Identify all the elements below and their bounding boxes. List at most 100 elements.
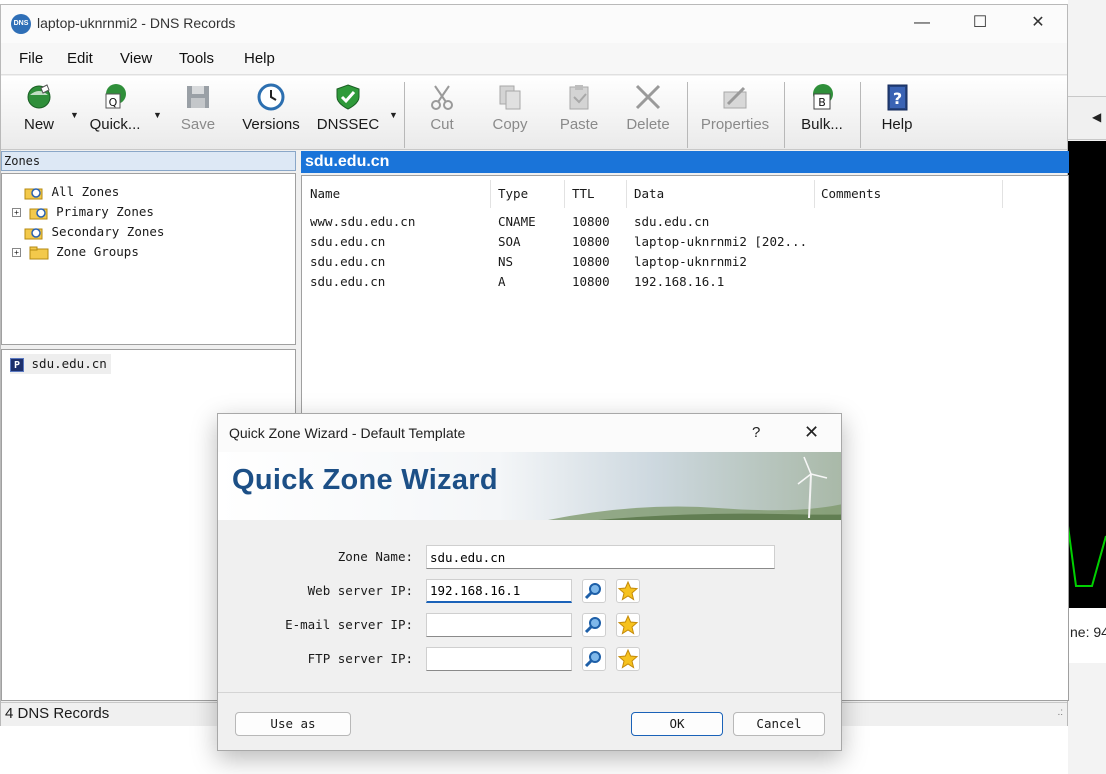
favorite-button[interactable]	[616, 579, 640, 603]
ftp-server-ip-input[interactable]	[426, 647, 572, 671]
expand-icon[interactable]: +	[12, 208, 21, 217]
record-name: sdu.edu.cn	[310, 274, 386, 289]
column-header-name[interactable]: Name	[310, 186, 340, 201]
toolbar-separator	[860, 82, 861, 148]
svg-text:Q: Q	[109, 96, 118, 109]
properties-label: Properties	[700, 116, 770, 133]
record-type: SOA	[498, 234, 521, 249]
delete-label: Delete	[626, 116, 670, 133]
help-label: Help	[881, 116, 913, 133]
column-divider[interactable]	[1002, 180, 1003, 208]
versions-button[interactable]: Versions	[237, 82, 305, 146]
column-divider[interactable]	[814, 180, 815, 208]
tree-item-primary-zones[interactable]: + Primary Zones	[12, 202, 154, 222]
background-graph-line	[1067, 525, 1106, 587]
favorite-button[interactable]	[616, 647, 640, 671]
tree-item-all-zones[interactable]: All Zones	[24, 182, 119, 202]
email-server-ip-label: E-mail server IP:	[285, 617, 413, 632]
wizard-banner: Quick Zone Wizard	[218, 452, 841, 520]
close-button[interactable]: ✕	[1009, 5, 1067, 41]
background-arrow-icon[interactable]: ◀	[1092, 110, 1101, 124]
record-name: sdu.edu.cn	[310, 234, 386, 249]
bulk-button[interactable]: B Bulk...	[795, 82, 849, 146]
menu-bar: File Edit View Tools Help	[1, 43, 1067, 75]
use-as-button[interactable]: Use as	[235, 712, 351, 736]
new-button[interactable]: New	[13, 82, 65, 146]
magnifier-icon	[584, 617, 601, 634]
record-ttl: 10800	[572, 254, 610, 269]
toolbar-separator	[784, 82, 785, 148]
dns-app-icon: DNS	[11, 14, 31, 34]
toolbar-separator	[404, 82, 405, 148]
lookup-button[interactable]	[582, 613, 606, 637]
dialog-form: Zone Name: Web server IP: E-mail server …	[218, 521, 841, 691]
svg-text:B: B	[818, 96, 826, 109]
paste-label: Paste	[559, 116, 599, 133]
column-header-data[interactable]: Data	[634, 186, 664, 201]
column-header-ttl[interactable]: TTL	[572, 186, 595, 201]
lookup-button[interactable]	[582, 647, 606, 671]
column-header-type[interactable]: Type	[498, 186, 528, 201]
delete-button[interactable]: Delete	[621, 82, 675, 146]
expand-icon[interactable]: +	[12, 248, 21, 257]
column-divider[interactable]	[564, 180, 565, 208]
favorite-button[interactable]	[616, 613, 640, 637]
zone-name-input[interactable]	[426, 545, 775, 569]
new-label: New	[23, 116, 54, 133]
copy-icon	[499, 85, 521, 110]
copy-button[interactable]: Copy	[485, 82, 535, 146]
record-type: NS	[498, 254, 514, 269]
web-server-ip-input[interactable]	[426, 579, 572, 603]
scissors-icon	[431, 85, 453, 110]
properties-button[interactable]: Properties	[695, 82, 775, 146]
menu-tools[interactable]: Tools	[179, 50, 214, 67]
quick-button[interactable]: Q Quick...	[85, 82, 145, 146]
save-button[interactable]: Save	[173, 82, 223, 146]
paste-icon	[569, 85, 589, 110]
dnssec-label: DNSSEC	[316, 116, 380, 133]
menu-view[interactable]: View	[120, 50, 152, 67]
paste-button[interactable]: Paste	[554, 82, 604, 146]
record-type: CNAME	[498, 214, 536, 229]
email-server-ip-input[interactable]	[426, 613, 572, 637]
menu-file[interactable]: File	[19, 50, 43, 67]
column-divider[interactable]	[490, 180, 491, 208]
tree-item-zone-groups[interactable]: + Zone Groups	[12, 242, 139, 262]
dialog-divider	[218, 692, 841, 693]
cancel-button[interactable]: Cancel	[733, 712, 825, 736]
dnssec-button[interactable]: DNSSEC	[315, 82, 381, 146]
lookup-button[interactable]	[582, 579, 606, 603]
record-name: sdu.edu.cn	[310, 254, 386, 269]
zone-file-item[interactable]: P sdu.edu.cn	[10, 354, 111, 374]
dnssec-dropdown-icon[interactable]: ▼	[389, 110, 398, 120]
star-icon	[617, 614, 639, 635]
help-button[interactable]: ? Help	[873, 82, 921, 146]
quick-zone-icon: Q	[105, 84, 126, 109]
record-name: www.sdu.edu.cn	[310, 214, 416, 229]
record-count: 4 DNS Records	[5, 705, 110, 722]
resize-grip-icon[interactable]: .:	[1057, 702, 1063, 724]
record-type: A	[498, 274, 506, 289]
record-data: laptop-uknrnmi2 [202...	[634, 234, 808, 249]
new-dropdown-icon[interactable]: ▼	[70, 110, 79, 120]
menu-edit[interactable]: Edit	[67, 50, 93, 67]
magnifier-icon	[584, 583, 601, 600]
dialog-help-button[interactable]: ?	[752, 424, 760, 441]
menu-help[interactable]: Help	[244, 50, 275, 67]
column-header-comments[interactable]: Comments	[821, 186, 881, 201]
minimize-button[interactable]: —	[893, 5, 951, 41]
tree-item-secondary-zones[interactable]: Secondary Zones	[24, 222, 164, 242]
maximize-button[interactable]: ☐	[951, 5, 1009, 41]
ok-button[interactable]: OK	[631, 712, 723, 736]
cut-button[interactable]: Cut	[417, 82, 467, 146]
column-divider[interactable]	[626, 180, 627, 208]
record-ttl: 10800	[572, 214, 610, 229]
zone-title-bar: sdu.edu.cn	[301, 151, 1069, 173]
save-label: Save	[180, 116, 216, 133]
zones-folder-icon	[29, 207, 48, 219]
bulk-icon: B	[813, 84, 833, 110]
quick-dropdown-icon[interactable]: ▼	[153, 110, 162, 120]
copy-label: Copy	[492, 116, 528, 133]
dialog-close-button[interactable]: ✕	[804, 422, 819, 443]
window-title: laptop-uknrnmi2 - DNS Records	[37, 15, 236, 31]
